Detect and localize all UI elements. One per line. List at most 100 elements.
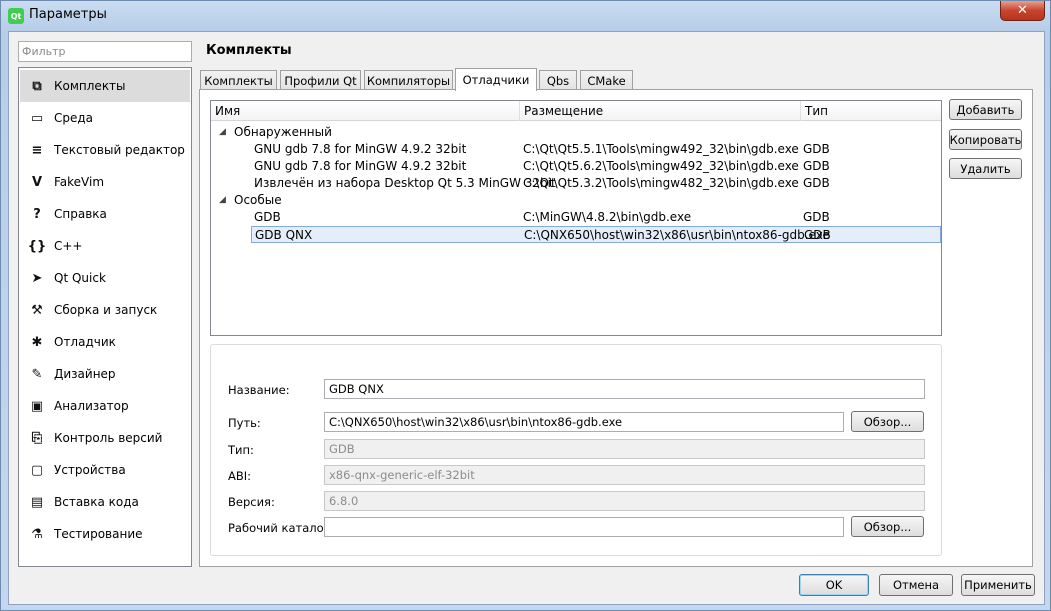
- hammer-icon: ⚒: [31, 302, 43, 318]
- cell-type: GDB: [803, 142, 830, 156]
- title-bar: Qt Параметры ✕: [1, 1, 1050, 31]
- debugger-row[interactable]: GDB QNX C:\QNX650\host\win32\x86\usr\bin\…: [251, 226, 941, 243]
- category-item[interactable]: ⚒ Сборка и запуск: [20, 294, 190, 326]
- cell-type: GDB: [803, 176, 830, 190]
- name-label: Название:: [228, 383, 290, 397]
- tab-compilers[interactable]: Компиляторы: [364, 70, 453, 90]
- monitor-icon: ▭: [30, 110, 44, 126]
- help-icon: ?: [33, 206, 41, 222]
- tab-cmake[interactable]: CMake: [580, 70, 633, 90]
- tab-qbs[interactable]: Qbs: [539, 70, 577, 90]
- category-label: Сборка и запуск: [54, 303, 158, 317]
- category-label: Вставка кода: [54, 495, 139, 509]
- debuggers-panel: Имя Размещение Тип ◢ Обнаруженный GNU gdb …: [199, 89, 1033, 567]
- group-name: Обнаруженный: [234, 125, 332, 139]
- cell-type: GDB: [804, 228, 831, 242]
- header-name[interactable]: Имя: [211, 101, 520, 121]
- category-item[interactable]: ▭ Среда: [20, 102, 190, 134]
- category-list: ⧉ Комплекты ▭ Среда ≡ Текстовый редактор V Fake…: [18, 67, 192, 567]
- window-title: Параметры: [29, 7, 107, 22]
- cell-location: C:\Qt\Qt5.6.2\Tools\mingw492_32\bin\gdb.…: [523, 159, 799, 173]
- name-field[interactable]: GDB QNX: [324, 379, 925, 399]
- tree-group-row[interactable]: ◢ Особые: [211, 192, 941, 209]
- tree-group-row[interactable]: ◢ Обнаруженный: [211, 124, 941, 141]
- category-label: Текстовый редактор: [54, 143, 185, 157]
- flask-icon: ⚗: [31, 526, 43, 542]
- category-item[interactable]: ✱ Отладчик: [20, 326, 190, 358]
- cell-location: C:\Qt\Qt5.3.2\Tools\mingw482_32\bin\gdb.…: [523, 176, 799, 190]
- category-item[interactable]: ▢ Устройства: [20, 454, 190, 486]
- category-label: Устройства: [54, 463, 126, 477]
- category-item[interactable]: ✎ Дизайнер: [20, 358, 190, 390]
- category-item[interactable]: ⧉ Комплекты: [20, 70, 190, 102]
- header-type[interactable]: Тип: [801, 101, 941, 121]
- debugger-row[interactable]: GNU gdb 7.8 for MinGW 4.9.2 32bit C:\Qt\Q…: [211, 158, 941, 175]
- expand-arrow-icon[interactable]: ◢: [219, 124, 226, 141]
- cell-name: GDB: [254, 210, 281, 224]
- browse-workdir-button[interactable]: Обзор...: [851, 516, 924, 537]
- category-item[interactable]: {} C++: [20, 230, 190, 262]
- category-label: Тестирование: [54, 527, 143, 541]
- category-item[interactable]: ≡ Текстовый редактор: [20, 134, 190, 166]
- apply-button[interactable]: Применить: [961, 574, 1035, 596]
- filter-input[interactable]: [18, 41, 192, 62]
- path-label: Путь:: [228, 416, 261, 430]
- debugger-row[interactable]: GNU gdb 7.8 for MinGW 4.9.2 32bit C:\Qt\Q…: [211, 141, 941, 158]
- tab-debuggers[interactable]: Отладчики: [455, 68, 537, 91]
- fakevim-icon: V: [31, 174, 43, 190]
- dialog-body: ⧉ Комплекты ▭ Среда ≡ Текстовый редактор V Fake…: [8, 31, 1045, 605]
- close-button[interactable]: ✕: [1000, 1, 1045, 21]
- category-item[interactable]: ➤ Qt Quick: [20, 262, 190, 294]
- category-item[interactable]: ? Справка: [20, 198, 190, 230]
- tab-qt-versions[interactable]: Профили Qt: [280, 70, 361, 90]
- version-label: Версия:: [228, 495, 275, 509]
- category-item[interactable]: ▤ Вставка кода: [20, 486, 190, 518]
- delete-button[interactable]: Удалить: [949, 158, 1022, 179]
- category-item[interactable]: ⚗ Тестирование: [20, 518, 190, 550]
- bug-icon: ✱: [31, 334, 43, 350]
- paper-plane-icon: ➤: [31, 270, 43, 286]
- add-button[interactable]: Добавить: [949, 99, 1022, 120]
- workdir-field[interactable]: [324, 517, 844, 537]
- cell-location: C:\MinGW\4.8.2\bin\gdb.exe: [523, 210, 692, 224]
- category-item[interactable]: V FakeVim: [20, 166, 190, 198]
- cell-name: GNU gdb 7.8 for MinGW 4.9.2 32bit: [254, 159, 467, 173]
- category-label: Анализатор: [54, 399, 129, 413]
- path-field[interactable]: C:\QNX650\host\win32\x86\usr\bin\ntox86-…: [324, 412, 844, 432]
- debugger-details: Название: GDB QNX Путь: C:\QNX650\host\w…: [210, 344, 942, 556]
- cancel-button[interactable]: Отмена: [879, 574, 953, 596]
- cell-location: C:\Qt\Qt5.5.1\Tools\mingw492_32\bin\gdb.…: [523, 142, 799, 156]
- debugger-row[interactable]: GDB C:\MinGW\4.8.2\bin\gdb.exe GDB: [211, 209, 941, 226]
- category-label: FakeVim: [54, 175, 105, 189]
- page-title: Комплекты: [206, 43, 292, 58]
- header-location[interactable]: Размещение: [520, 101, 801, 121]
- tab-kits[interactable]: Комплекты: [200, 70, 277, 90]
- category-item[interactable]: ▣ Анализатор: [20, 390, 190, 422]
- cell-type: GDB: [803, 159, 830, 173]
- qt-app-icon: Qt: [8, 8, 24, 24]
- category-label: Среда: [54, 111, 94, 125]
- copy-button[interactable]: Копировать: [949, 129, 1022, 150]
- ok-button[interactable]: OK: [799, 574, 869, 596]
- devices-icon: ▢: [30, 462, 44, 478]
- version-control-icon: ⎘: [31, 430, 43, 446]
- debugger-tree[interactable]: Имя Размещение Тип ◢ Обнаруженный GNU gdb …: [210, 100, 942, 336]
- browse-path-button[interactable]: Обзор...: [851, 411, 924, 432]
- category-label: C++: [54, 239, 83, 253]
- category-label: Комплекты: [54, 79, 126, 93]
- category-label: Qt Quick: [54, 271, 106, 285]
- cell-type: GDB: [803, 210, 830, 224]
- settings-window: Qt Параметры ✕ ⧉ Комплекты ▭ Среда ≡ Текстовы…: [0, 0, 1051, 611]
- category-label: Контроль версий: [54, 431, 163, 445]
- category-item[interactable]: ⎘ Контроль версий: [20, 422, 190, 454]
- group-name: Особые: [234, 193, 282, 207]
- pen-icon: ✎: [31, 366, 43, 382]
- type-label: Тип:: [228, 443, 254, 457]
- cell-location: C:\QNX650\host\win32\x86\usr\bin\ntox86-…: [524, 228, 830, 242]
- category-label: Справка: [54, 207, 107, 221]
- version-field: 6.8.0: [324, 491, 925, 511]
- tree-header: Имя Размещение Тип: [211, 101, 941, 121]
- expand-arrow-icon[interactable]: ◢: [219, 192, 226, 209]
- cell-name: GNU gdb 7.8 for MinGW 4.9.2 32bit: [254, 142, 467, 156]
- debugger-row[interactable]: Извлечён из набора Desktop Qt 5.3 MinGW …: [211, 175, 941, 192]
